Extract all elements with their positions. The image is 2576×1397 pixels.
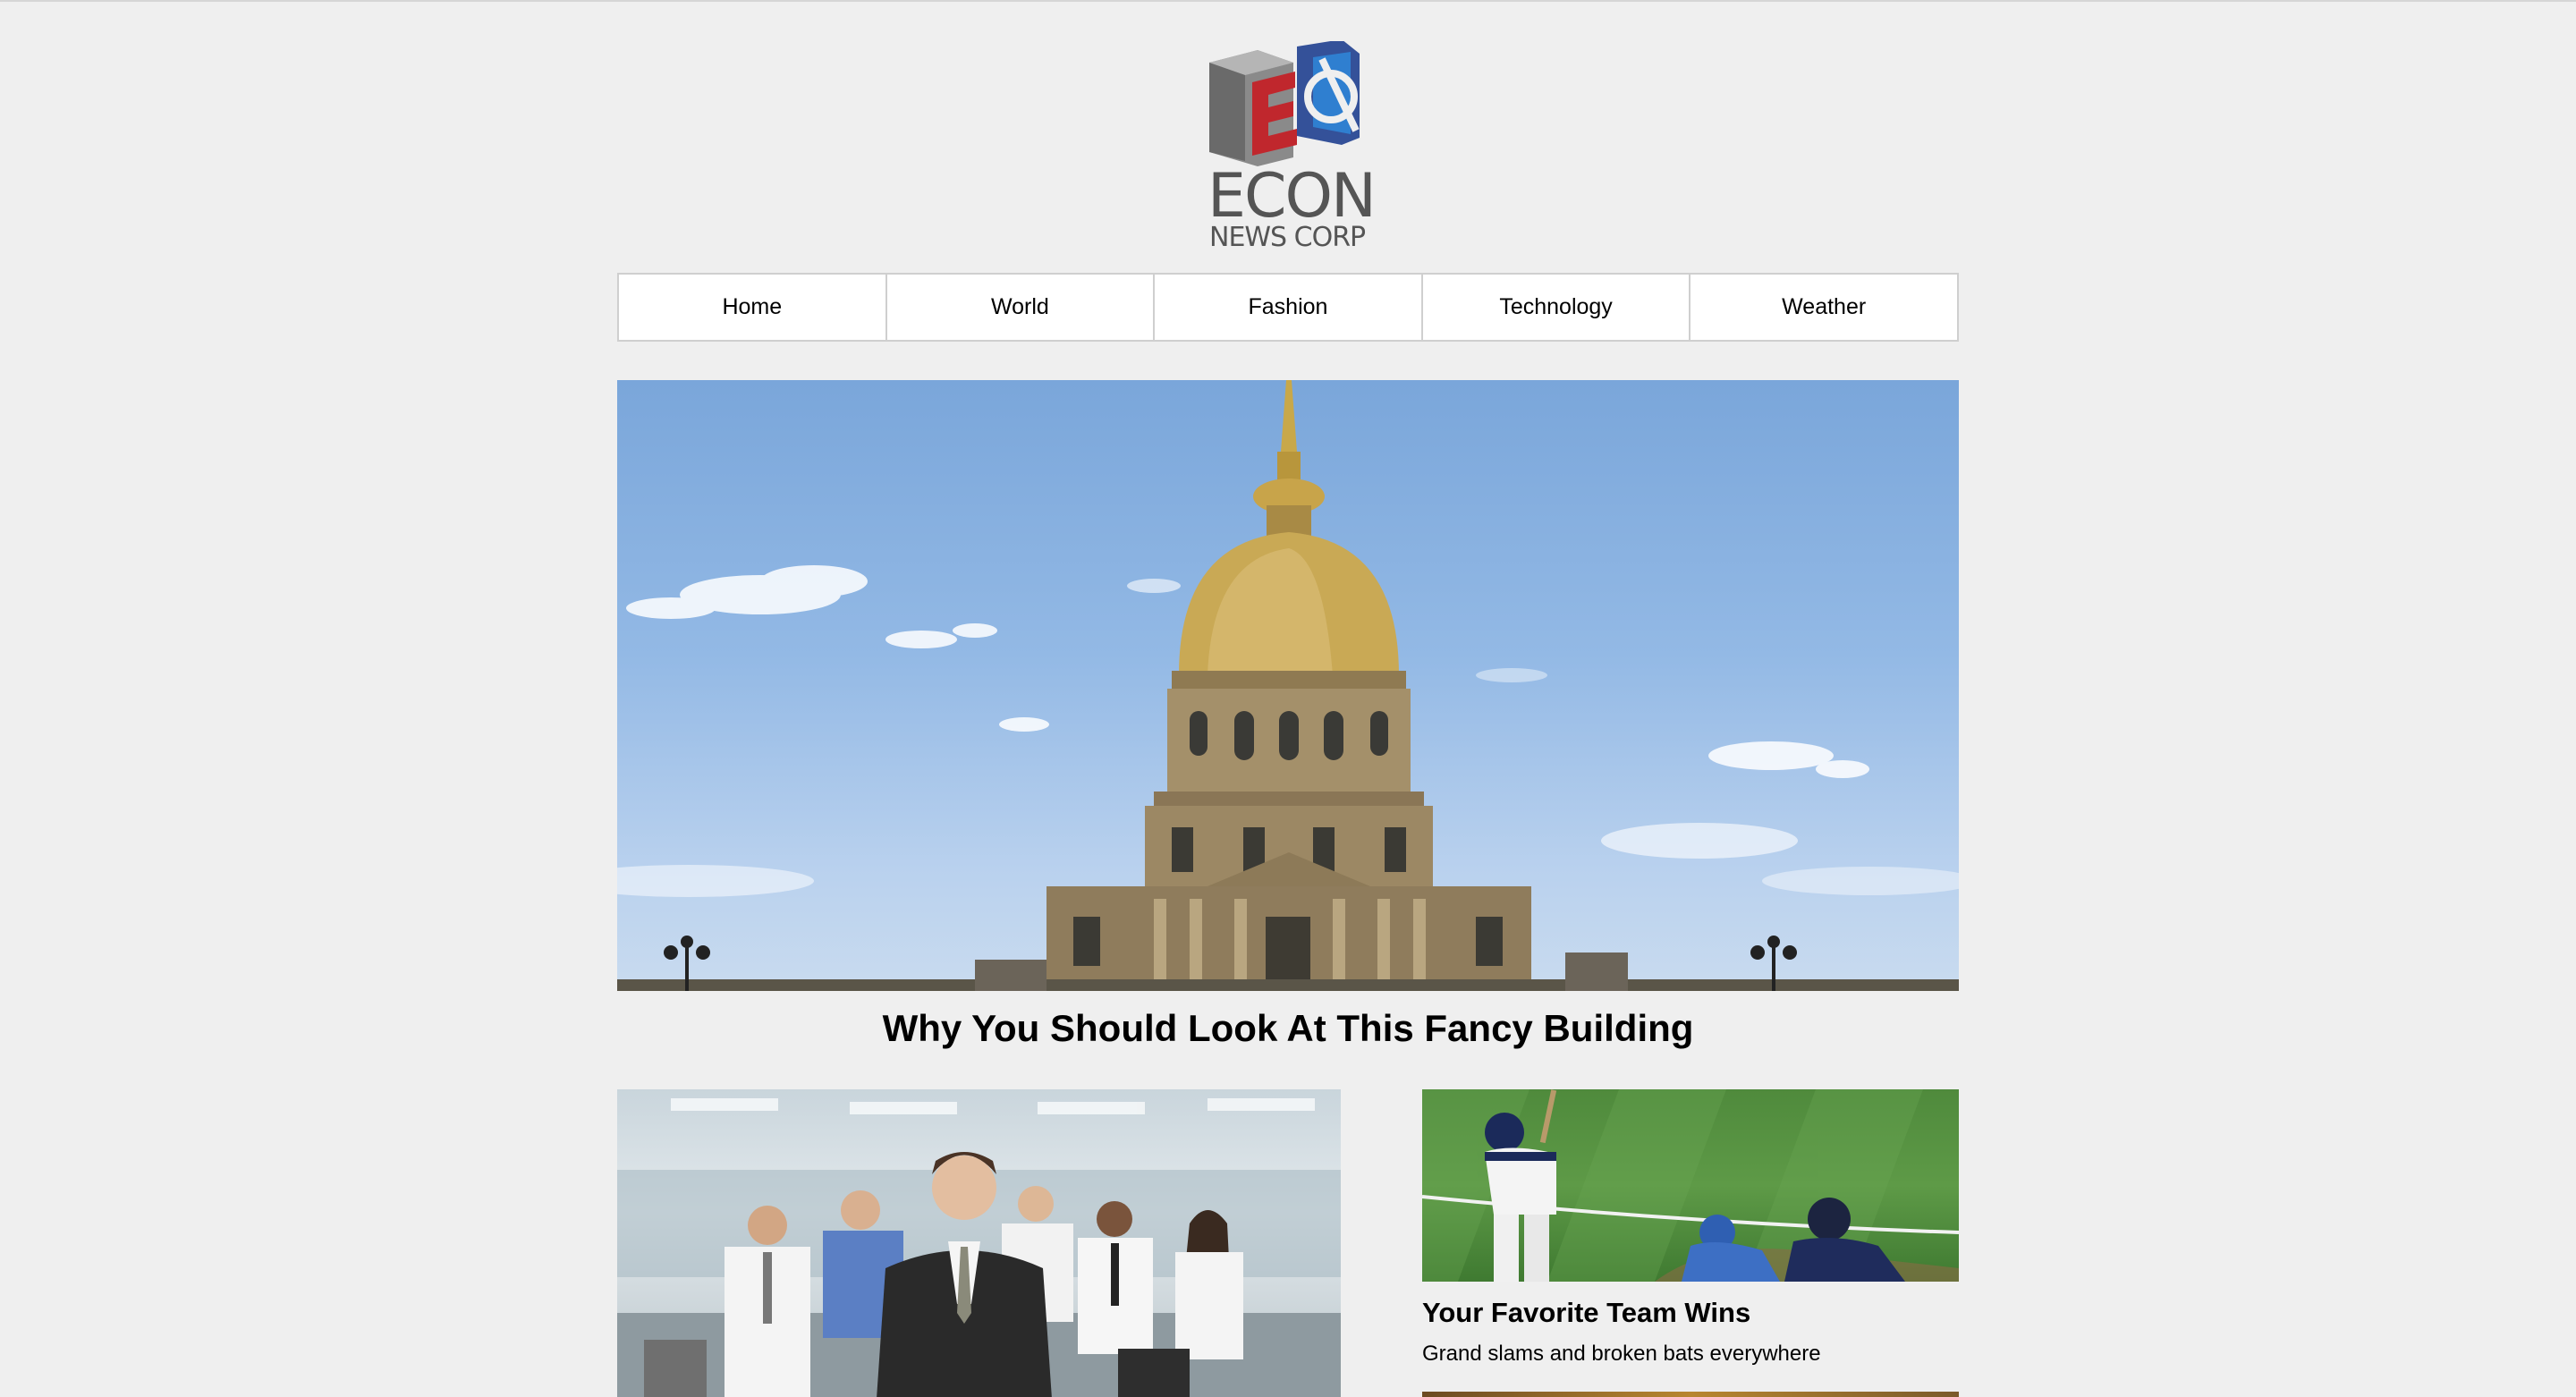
hero-image[interactable] <box>617 380 1959 991</box>
domed-building-illustration <box>617 380 1959 991</box>
logo-subtitle: NEWS CORP <box>1209 222 1366 253</box>
nav-world[interactable]: World <box>885 273 1156 342</box>
nav-weather[interactable]: Weather <box>1689 273 1959 342</box>
business-team-image[interactable] <box>617 1089 1341 1397</box>
next-story-image[interactable] <box>1422 1392 1959 1397</box>
logo-cube-icon <box>1209 41 1360 166</box>
logo-wordmark: ECON <box>1208 161 1377 232</box>
hero-headline[interactable]: Why You Should Look At This Fancy Buildi… <box>617 1002 1959 1055</box>
nav-home[interactable]: Home <box>617 273 887 342</box>
office-people-illustration <box>617 1098 1341 1397</box>
nav-technology[interactable]: Technology <box>1420 273 1691 342</box>
main-nav: Home World Fashion Technology Weather <box>617 273 1959 342</box>
story-headline[interactable]: Your Favorite Team Wins <box>1422 1295 1959 1331</box>
nav-fashion[interactable]: Fashion <box>1153 273 1423 342</box>
story-subheadline: Grand slams and broken bats everywhere <box>1422 1342 1821 1366</box>
baseball-image[interactable] <box>1422 1089 1959 1282</box>
page: ECON NEWS CORP Home World Fashion Techno… <box>0 0 2576 1397</box>
econ-logo[interactable]: ECON NEWS CORP <box>1208 41 1377 256</box>
baseball-illustration <box>1422 1089 1959 1282</box>
